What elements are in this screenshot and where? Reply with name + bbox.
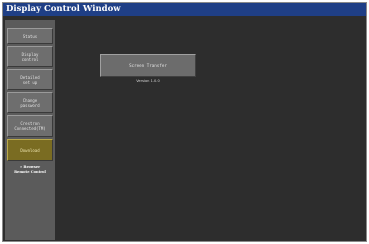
sidebar-item-label: Detailed set up [20, 74, 40, 85]
sidebar-item-label: Crestron Connected(TM) [14, 121, 46, 131]
version-text: Version 1.0.0 [136, 79, 160, 83]
sidebar-item-label: Display control [21, 51, 39, 62]
browser-remote-control-link[interactable]: » Browser Remote Control [7, 165, 53, 175]
sidebar-item-display-control[interactable]: Display control [7, 46, 53, 67]
sidebar-item-label: Change password [20, 97, 40, 108]
main-content: Screen Transfer Version 1.0.0 [55, 16, 366, 241]
sidebar-item-detailed-set-up[interactable]: Detailed set up [7, 69, 53, 90]
window-title: Display Control Window [3, 3, 366, 16]
screen-transfer-label: Screen Transfer [129, 63, 167, 68]
display-control-window: Display Control Window Status Display co… [2, 2, 367, 242]
sidebar-item-crestron-connected[interactable]: Crestron Connected(TM) [7, 115, 53, 137]
sidebar-item-status[interactable]: Status [7, 28, 53, 44]
sidebar-item-label: Status [22, 33, 38, 39]
screen-transfer-button[interactable]: Screen Transfer [100, 54, 196, 77]
sidebar-item-label: Download [20, 147, 40, 153]
sidebar: Status Display control Detailed set up C… [5, 20, 55, 240]
sidebar-item-download[interactable]: Download [7, 139, 53, 161]
sidebar-item-change-password[interactable]: Change password [7, 92, 53, 113]
